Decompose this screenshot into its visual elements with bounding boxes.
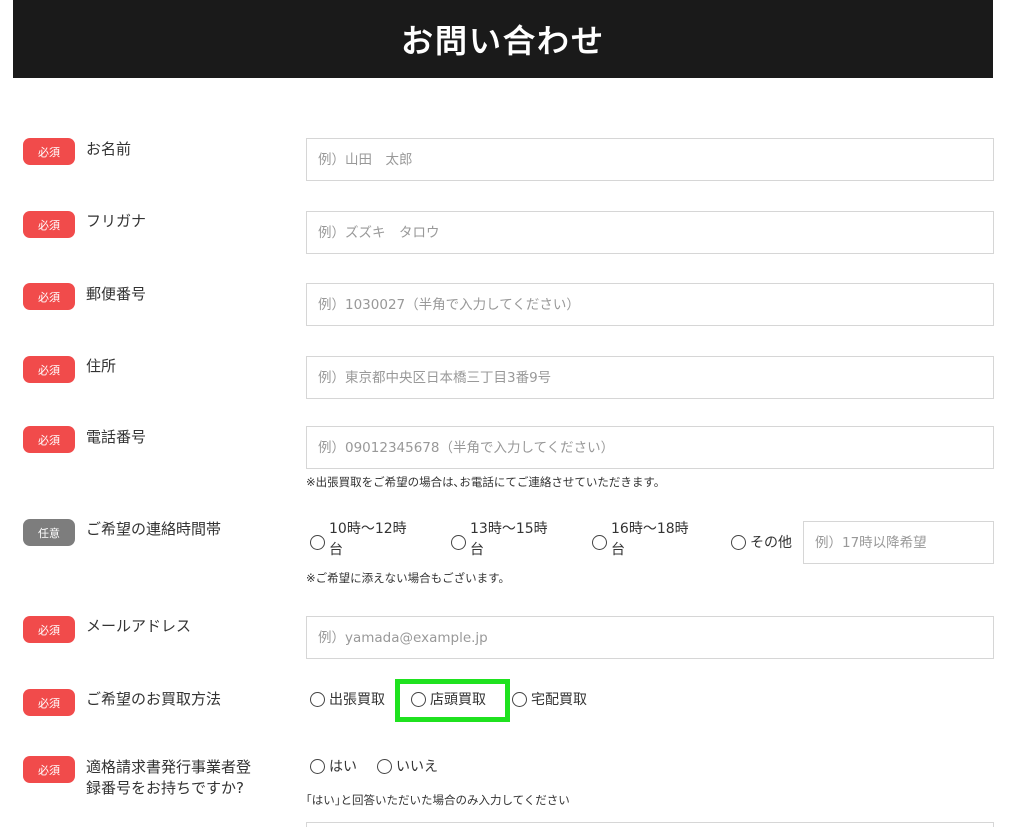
- name-label: お名前: [86, 140, 132, 158]
- radio-circle-icon: [377, 759, 392, 774]
- page-title: お問い合わせ: [13, 0, 993, 78]
- optional-badge: 任意: [23, 519, 75, 546]
- contact-time-label: ご希望の連絡時間帯: [86, 520, 222, 538]
- radio-circle-icon: [451, 535, 466, 550]
- email-input[interactable]: [306, 616, 994, 659]
- furigana-input[interactable]: [306, 211, 994, 254]
- contact-time-note: ※ご希望に添えない場合もございます。: [306, 571, 510, 585]
- radio-circle-icon: [310, 692, 325, 707]
- required-badge: 必須: [23, 138, 75, 165]
- radio-circle-icon: [592, 535, 607, 550]
- email-label: メールアドレス: [86, 617, 192, 635]
- phone-label: 電話番号: [86, 428, 147, 446]
- address-label: 住所: [86, 357, 117, 375]
- invoice-label-line2: 録番号をお持ちですか?: [86, 779, 244, 797]
- required-badge: 必須: [23, 356, 75, 383]
- contact-time-option-13-15[interactable]: 13時〜15時台: [451, 519, 556, 561]
- required-badge: 必須: [23, 689, 75, 716]
- invoice-label-line1: 適格請求書発行事業者登: [86, 758, 252, 776]
- postal-code-input[interactable]: [306, 283, 994, 326]
- address-input[interactable]: [306, 356, 994, 399]
- required-badge: 必須: [23, 211, 75, 238]
- required-badge: 必須: [23, 756, 75, 783]
- invoice-note: ｢はい｣と回答いただいた場合のみ入力してください: [306, 793, 570, 807]
- contact-time-other-input[interactable]: [803, 521, 994, 564]
- radio-circle-icon: [731, 535, 746, 550]
- purchase-method-label: ご希望のお買取方法: [86, 690, 222, 708]
- contact-time-option-16-18[interactable]: 16時〜18時台: [592, 519, 697, 561]
- required-badge: 必須: [23, 426, 75, 453]
- purchase-option-delivery[interactable]: 宅配買取: [512, 690, 587, 711]
- postal-label: 郵便番号: [86, 285, 147, 303]
- required-badge: 必須: [23, 283, 75, 310]
- invoice-option-yes[interactable]: はい: [310, 757, 357, 778]
- radio-circle-icon: [512, 692, 527, 707]
- highlight-box: [395, 679, 510, 722]
- contact-time-option-other[interactable]: その他: [731, 533, 792, 554]
- registration-number-input[interactable]: [306, 822, 994, 827]
- contact-time-option-10-12[interactable]: 10時〜12時台: [310, 519, 415, 561]
- invoice-option-no[interactable]: いいえ: [377, 757, 438, 778]
- phone-input[interactable]: [306, 426, 994, 469]
- required-badge: 必須: [23, 616, 75, 643]
- radio-circle-icon: [310, 535, 325, 550]
- radio-circle-icon: [310, 759, 325, 774]
- name-input[interactable]: [306, 138, 994, 181]
- purchase-option-visit[interactable]: 出張買取: [310, 690, 385, 711]
- furigana-label: フリガナ: [86, 212, 147, 230]
- phone-note: ※出張買取をご希望の場合は､お電話にてご連絡させていただきます。: [306, 475, 666, 489]
